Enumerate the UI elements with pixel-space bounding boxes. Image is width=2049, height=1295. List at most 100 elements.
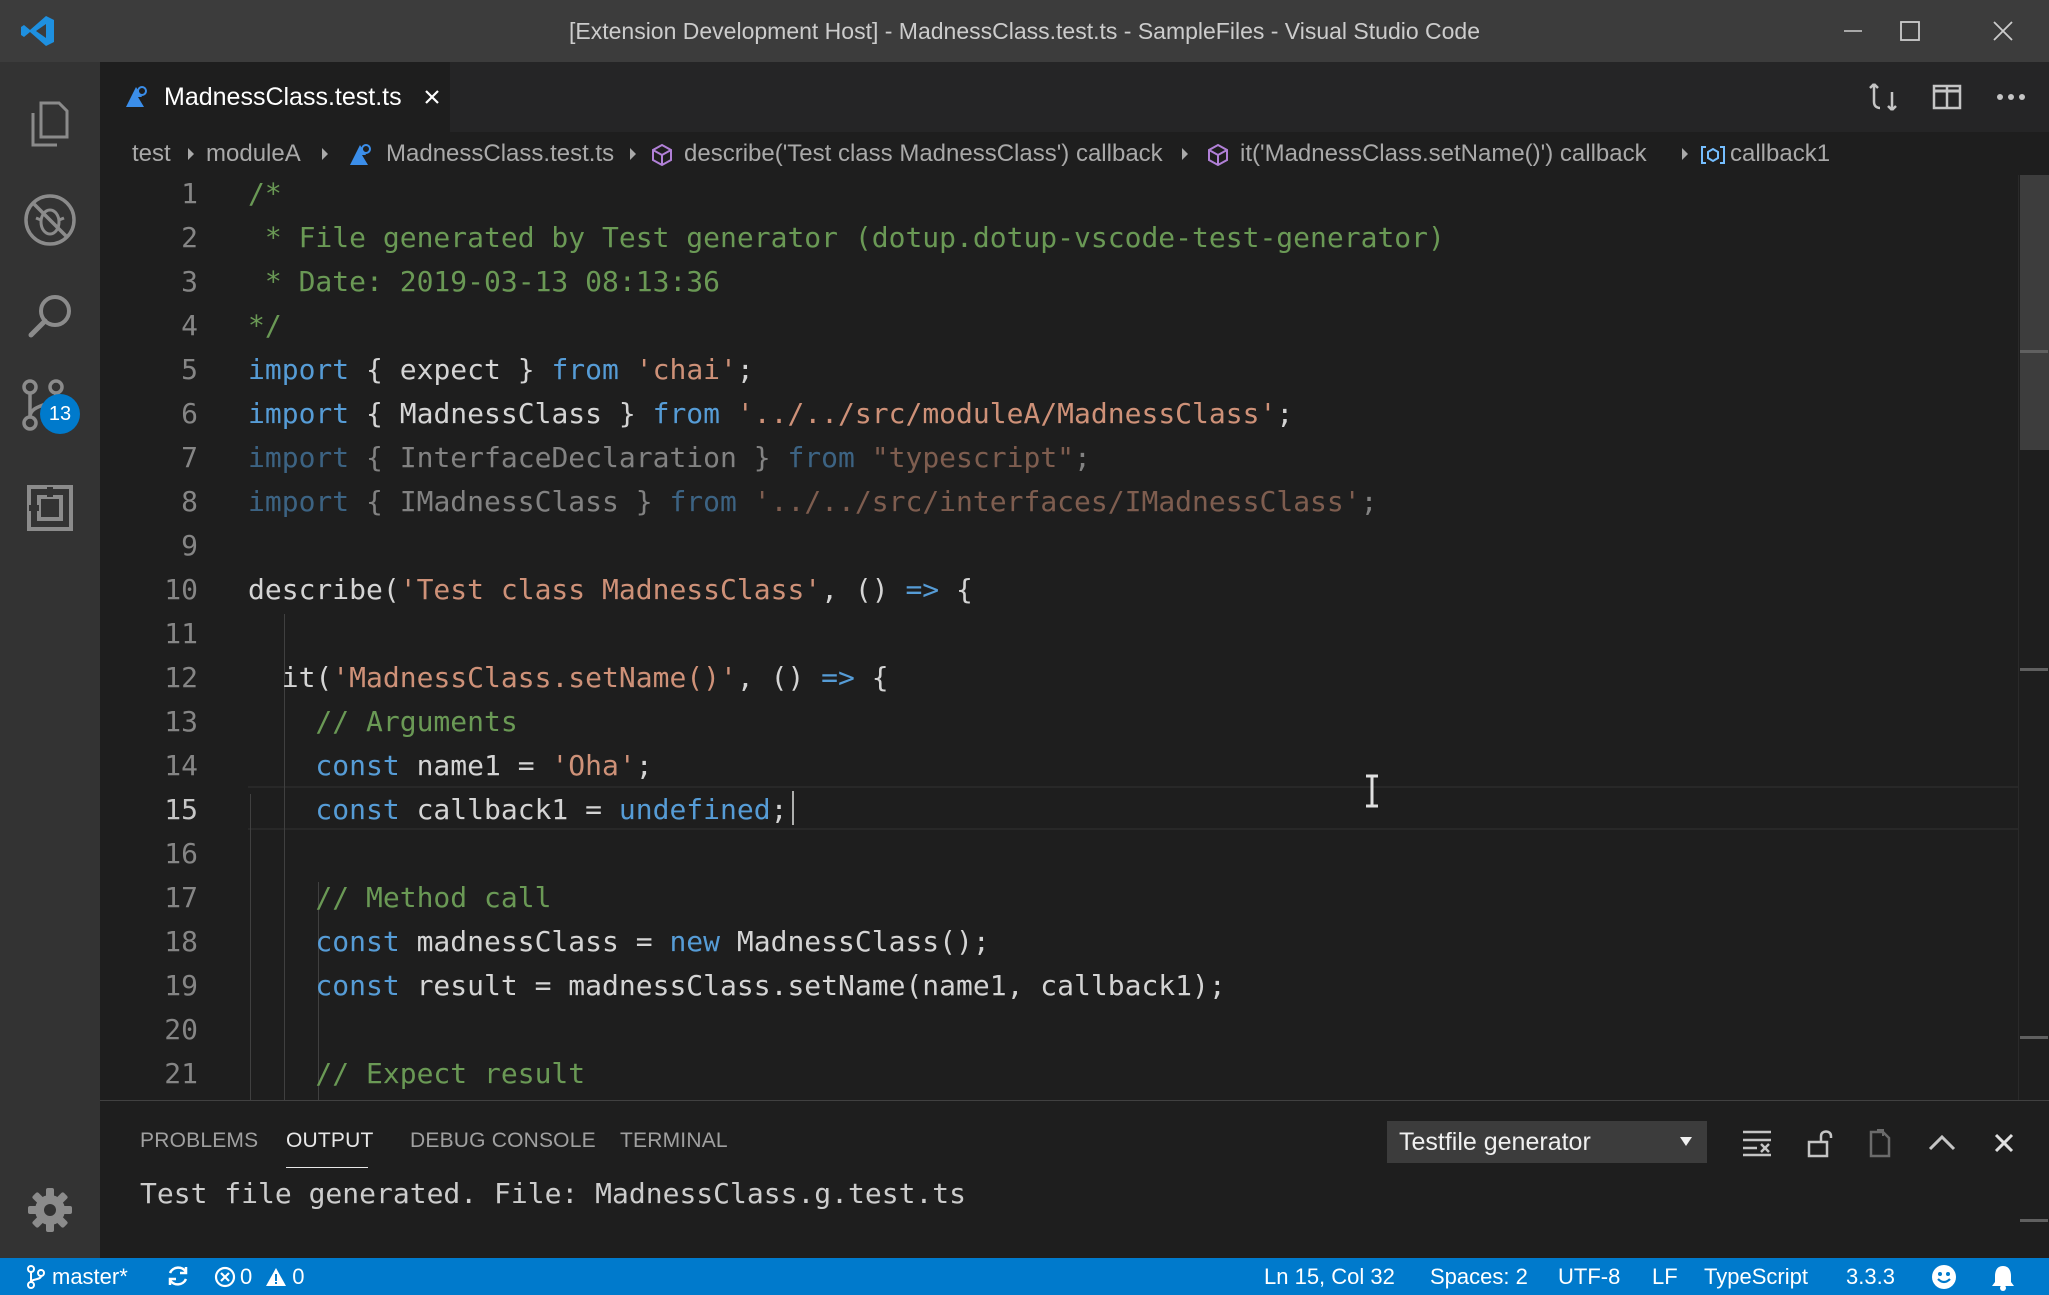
code-line[interactable]: import { expect } from 'chai';: [248, 348, 754, 392]
tab-debug-console[interactable]: DEBUG CONSOLE: [410, 1129, 596, 1153]
code-line[interactable]: */: [248, 304, 282, 348]
code-token: */: [248, 309, 282, 342]
breadcrumb-item-modulea[interactable]: moduleA: [206, 140, 301, 168]
maximize-panel-button[interactable]: [1922, 1123, 1962, 1163]
line-number: 6: [181, 397, 198, 430]
sync-button[interactable]: [166, 1264, 190, 1288]
maximize-icon: [1900, 21, 1920, 41]
panel-scrollbar[interactable]: [2018, 1167, 2049, 1259]
code-token: "typescript": [871, 441, 1075, 474]
code-line[interactable]: describe('Test class MadnessClass', () =…: [248, 568, 973, 612]
source-control-badge: 13: [40, 394, 80, 434]
clear-output-button[interactable]: [1737, 1123, 1777, 1163]
split-editor-icon: [1932, 84, 1962, 110]
code-line[interactable]: const result = madnessClass.setName(name…: [248, 964, 1225, 1008]
manage-button[interactable]: [0, 1162, 100, 1258]
explorer-button[interactable]: [0, 76, 100, 172]
output-channel-select[interactable]: Testfile generator: [1387, 1121, 1707, 1163]
scrollbar-thumb[interactable]: [2020, 175, 2049, 450]
code-line[interactable]: const name1 = 'Oha';: [248, 744, 652, 788]
typescript-version[interactable]: 3.3.3: [1846, 1264, 1895, 1290]
breadcrumb-item-test[interactable]: test: [132, 140, 171, 168]
extensions-icon: [27, 485, 73, 531]
code-line[interactable]: it('MadnessClass.setName()', () => {: [248, 656, 889, 700]
breadcrumb-item-it[interactable]: it('MadnessClass.setName()') callback: [1240, 140, 1647, 168]
tab-terminal[interactable]: TERMINAL: [620, 1129, 728, 1153]
code-token: ;: [1360, 485, 1378, 518]
language-mode[interactable]: TypeScript: [1704, 1264, 1808, 1290]
branch-name: master*: [52, 1264, 128, 1289]
code-token: 'MadnessClass.setName()': [332, 661, 737, 694]
bottom-panel: PROBLEMS OUTPUT DEBUG CONSOLE TERMINAL T…: [100, 1100, 2049, 1259]
method-cube-icon: [652, 143, 672, 167]
code-token: const: [248, 793, 400, 826]
minimize-icon: [1844, 30, 1862, 32]
code-editor[interactable]: 1 2 3 4 5 6 7 8 9 10 11 12 13 14 15 16 17 18 19 20 21 /* * F…: [100, 178, 2049, 1100]
compare-changes-icon: [1869, 83, 1897, 111]
indentation-status[interactable]: Spaces: 2: [1430, 1264, 1528, 1290]
git-branch-icon: [27, 1265, 45, 1289]
cursor-position[interactable]: Ln 15, Col 32: [1264, 1264, 1395, 1290]
code-line[interactable]: import { MadnessClass } from '../../src/…: [248, 392, 1293, 436]
tab-problems[interactable]: PROBLEMS: [140, 1129, 258, 1153]
code-token: 'Oha': [551, 749, 636, 782]
editor-vertical-scrollbar[interactable]: [2018, 175, 2049, 1100]
code-token: '../../src/interfaces/IMadnessClass': [753, 485, 1361, 518]
tab-madnessclass-test[interactable]: MadnessClass.test.ts: [100, 62, 450, 132]
branch-status[interactable]: master*: [26, 1264, 128, 1290]
files-icon: [31, 101, 69, 147]
code-line[interactable]: import { IMadnessClass } from '../../src…: [248, 480, 1377, 524]
code-token: { expect }: [349, 353, 552, 386]
encoding-status[interactable]: UTF-8: [1558, 1264, 1620, 1290]
code-line[interactable]: * File generated by Test generator (dotu…: [248, 216, 1445, 260]
extensions-button[interactable]: [0, 460, 100, 556]
line-number: 15: [164, 793, 198, 826]
more-actions-button[interactable]: [1990, 76, 2032, 118]
code-line[interactable]: const madnessClass = new MadnessClass();: [248, 920, 989, 964]
breadcrumb-item-file[interactable]: MadnessClass.test.ts: [386, 140, 614, 168]
code-line[interactable]: // Arguments: [248, 700, 517, 744]
tab-output[interactable]: OUTPUT: [286, 1129, 374, 1153]
eol-status[interactable]: LF: [1652, 1264, 1678, 1290]
code-line[interactable]: const callback1 = undefined;: [248, 788, 787, 832]
debug-button[interactable]: [0, 172, 100, 268]
code-token: from: [652, 397, 721, 430]
line-number: 9: [181, 529, 198, 562]
notifications-button[interactable]: [1990, 1263, 2016, 1291]
warning-count: 0: [292, 1264, 305, 1289]
toggle-scroll-lock-button[interactable]: [1800, 1123, 1840, 1163]
close-panel-button[interactable]: [1984, 1123, 2024, 1163]
feedback-button[interactable]: [1930, 1263, 1958, 1291]
code-line[interactable]: /*: [248, 178, 282, 216]
close-tab-icon[interactable]: [422, 87, 442, 107]
search-button[interactable]: [0, 268, 100, 364]
code-line[interactable]: // Method call: [248, 876, 551, 920]
code-line[interactable]: // Expect result: [248, 1052, 585, 1096]
open-log-file-button[interactable]: [1860, 1123, 1900, 1163]
line-number: 3: [181, 265, 198, 298]
code-token: , (): [821, 573, 906, 606]
code-token: /*: [248, 178, 282, 210]
breadcrumb-item-callback1[interactable]: callback1: [1730, 140, 1830, 168]
code-token: ;: [1074, 441, 1091, 474]
error-icon: [214, 1266, 236, 1288]
go-to-file-icon: [1869, 1129, 1891, 1158]
problems-status[interactable]: 0 0: [214, 1264, 305, 1290]
code-token: { IMadnessClass }: [349, 485, 670, 518]
line-number: 2: [181, 221, 198, 254]
breadcrumb-item-describe[interactable]: describe('Test class MadnessClass') call…: [684, 140, 1163, 168]
split-editor-button[interactable]: [1926, 76, 1968, 118]
close-window-button[interactable]: [1958, 0, 2048, 62]
maximize-button[interactable]: [1865, 0, 1955, 62]
line-number: 13: [164, 705, 198, 738]
code-line[interactable]: * Date: 2019-03-13 08:13:36: [248, 260, 720, 304]
open-changes-button[interactable]: [1862, 76, 1904, 118]
typescript-test-file-icon: [126, 86, 147, 107]
bell-icon: [1992, 1266, 2014, 1291]
chevron-up-icon: [1928, 1134, 1956, 1151]
error-count: 0: [240, 1264, 253, 1289]
clear-output-icon: [1743, 1130, 1771, 1157]
line-number: 8: [181, 485, 198, 518]
source-control-button[interactable]: 13: [0, 364, 100, 460]
code-line[interactable]: import { InterfaceDeclaration } from "ty…: [248, 436, 1091, 480]
